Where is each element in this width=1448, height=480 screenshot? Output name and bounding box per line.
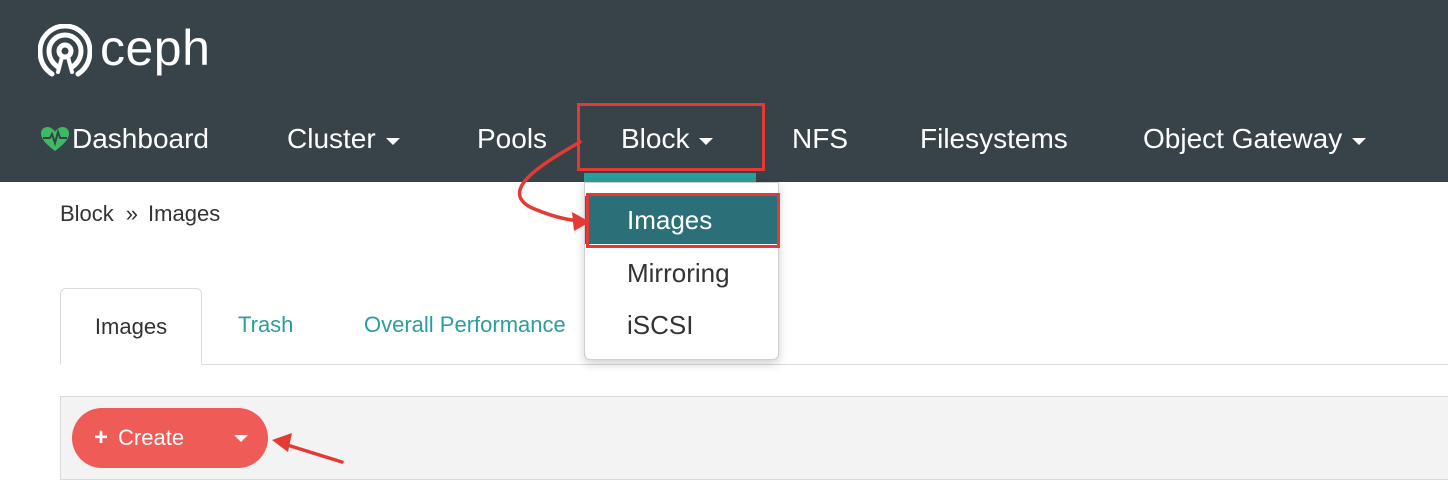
tab-images[interactable]: Images (60, 288, 202, 365)
nav-cluster[interactable]: Cluster (287, 122, 400, 156)
tab-trash-label: Trash (238, 312, 294, 337)
block-annotation-box (577, 103, 765, 171)
nav-filesystems[interactable]: Filesystems (920, 122, 1068, 156)
images-annotation-box (586, 193, 780, 248)
tab-overall-performance-label: Overall Performance (364, 312, 566, 337)
nav-pools-label: Pools (477, 123, 548, 154)
nav-dashboard-label: Dashboard (72, 123, 209, 154)
tab-trash[interactable]: Trash (238, 312, 293, 338)
chevron-down-icon (1352, 137, 1367, 145)
nav-nfs[interactable]: NFS (792, 122, 848, 156)
chevron-down-icon[interactable] (234, 435, 248, 442)
menu-item-mirroring-label: Mirroring (627, 257, 730, 288)
breadcrumb: Block » Images (60, 201, 220, 227)
nav-cluster-label: Cluster (287, 123, 376, 154)
menu-item-mirroring[interactable]: Mirroring (585, 249, 778, 297)
plus-icon: + (94, 424, 109, 451)
breadcrumb-current: Images (148, 201, 221, 226)
nav-object-gateway-label: Object Gateway (1143, 123, 1343, 154)
nav-filesystems-label: Filesystems (920, 123, 1068, 154)
menu-item-iscsi[interactable]: iSCSI (585, 301, 778, 349)
menu-item-iscsi-label: iSCSI (627, 309, 694, 340)
tab-images-label: Images (94, 313, 168, 339)
create-button-label: Create (118, 425, 185, 450)
nav-dashboard[interactable]: Dashboard (40, 122, 209, 156)
breadcrumb-parent[interactable]: Block (60, 201, 114, 227)
brand[interactable]: ceph (38, 20, 211, 78)
nav-pools[interactable]: Pools (477, 122, 547, 156)
nav-nfs-label: NFS (792, 123, 848, 154)
breadcrumb-separator: » (125, 201, 139, 226)
chevron-down-icon (385, 137, 400, 145)
ceph-logo-icon (38, 24, 92, 77)
table-toolbar (60, 396, 1448, 480)
tab-overall-performance[interactable]: Overall Performance (364, 312, 566, 338)
tabs-divider (60, 364, 1448, 365)
nav-object-gateway[interactable]: Object Gateway (1143, 122, 1367, 156)
create-button[interactable]: + Create (72, 408, 268, 468)
brand-name: ceph (100, 20, 211, 76)
heartbeat-icon (41, 127, 69, 151)
